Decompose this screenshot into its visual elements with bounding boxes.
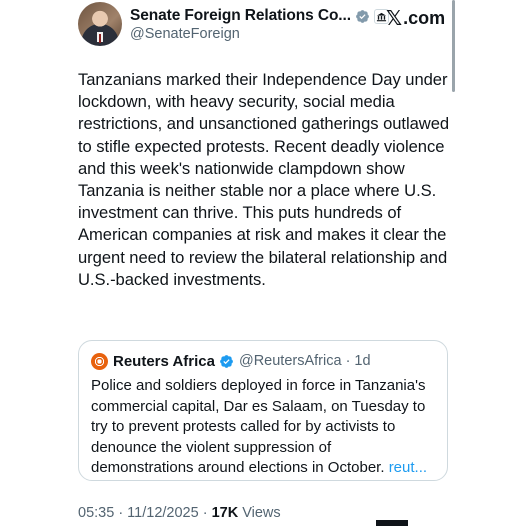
- views-count: 17K: [211, 505, 239, 521]
- author-name-row: Senate Foreign Relations Co...: [130, 6, 389, 26]
- avatar-tie: [99, 34, 101, 43]
- tweet-timestamp[interactable]: 05:35 · 11/12/2025 ·: [78, 505, 212, 521]
- quoted-tweet-text: Police and soldiers deployed in force in…: [91, 376, 437, 479]
- quoted-tweet-header: Reuters Africa @ReutersAfrica · 1d: [91, 352, 371, 370]
- x-logo-icon: 𝕏: [386, 6, 403, 30]
- x-logo: 𝕏 .com: [386, 6, 445, 30]
- x-logo-suffix: .com: [403, 7, 446, 28]
- author-display-name[interactable]: Senate Foreign Relations Co...: [130, 7, 351, 25]
- views-label: Views: [238, 505, 281, 521]
- reuters-logo-icon: [91, 352, 108, 370]
- tweet-meta: 05:35 · 11/12/2025 · 17K Views: [78, 505, 281, 521]
- author-handle[interactable]: @SenateForeign: [130, 26, 240, 42]
- quoted-tweet-body: Police and soldiers deployed in force in…: [91, 377, 426, 477]
- author-avatar[interactable]: [78, 2, 122, 46]
- quoted-author-name: Reuters Africa: [113, 352, 215, 370]
- tweet-text: Tanzanians marked their Independence Day…: [78, 70, 450, 289]
- quoted-tweet-card[interactable]: Reuters Africa @ReutersAfrica · 1d Polic…: [78, 340, 448, 481]
- bottom-edge-block: [376, 520, 408, 526]
- blue-verified-badge-icon: [220, 354, 233, 368]
- quoted-tweet-link[interactable]: reut...: [389, 459, 427, 476]
- quoted-handle-time: @ReutersAfrica · 1d: [238, 353, 371, 369]
- gray-verified-badge-icon: [356, 9, 369, 23]
